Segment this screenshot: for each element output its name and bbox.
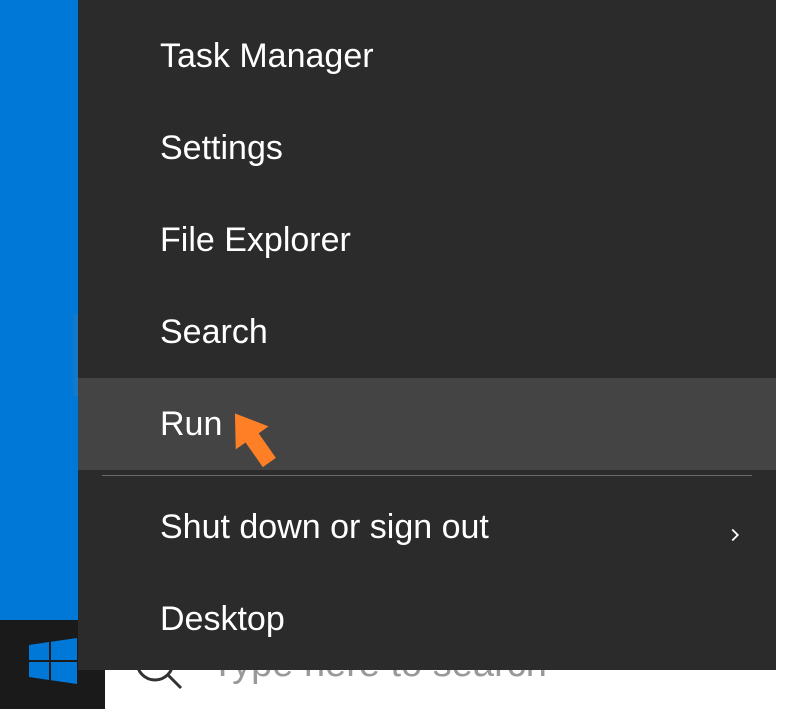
menu-item-label: Desktop: [160, 600, 285, 639]
winx-context-menu: Task Manager Settings File Explorer Sear…: [78, 0, 776, 670]
menu-item-task-manager[interactable]: Task Manager: [78, 10, 776, 102]
menu-item-label: File Explorer: [160, 221, 351, 260]
menu-item-label: Settings: [160, 129, 283, 168]
menu-item-label: Shut down or sign out: [160, 508, 489, 547]
menu-item-desktop[interactable]: Desktop: [78, 573, 776, 665]
menu-item-run[interactable]: Run: [78, 378, 776, 470]
menu-separator: [102, 475, 752, 476]
chevron-right-icon: [724, 516, 746, 538]
windows-logo-icon: [29, 638, 77, 691]
menu-item-search[interactable]: Search: [78, 286, 776, 378]
menu-item-label: Search: [160, 313, 268, 352]
menu-item-file-explorer[interactable]: File Explorer: [78, 194, 776, 286]
menu-item-label: Task Manager: [160, 37, 374, 76]
menu-item-label: Run: [160, 405, 222, 444]
menu-item-shutdown[interactable]: Shut down or sign out: [78, 481, 776, 573]
menu-item-settings[interactable]: Settings: [78, 102, 776, 194]
edge-border: [774, 0, 790, 709]
